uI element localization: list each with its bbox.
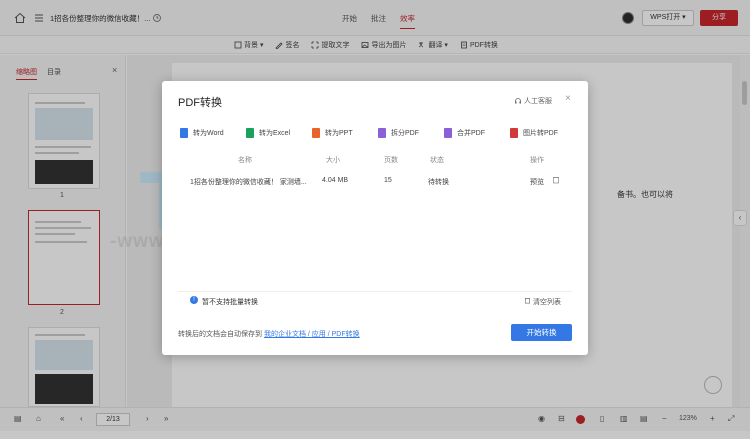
save-path-link[interactable]: 我的企业文档 / 应用 / PDF转换 (264, 331, 360, 338)
header-size: 大小 (326, 157, 340, 164)
dialog-close-icon[interactable]: × (565, 93, 571, 104)
batch-note: 暂不支持批量转换 (202, 299, 258, 306)
dialog-title: PDF转换 (178, 97, 222, 109)
info-icon: ! (190, 296, 198, 304)
split-pdf-icon (378, 128, 386, 138)
header-status: 状态 (430, 157, 444, 164)
image-pdf-icon (510, 128, 518, 138)
header-pages: 页数 (384, 157, 398, 164)
tab-merge-pdf[interactable]: 合并PDF (444, 126, 510, 140)
file-pages: 15 (384, 177, 392, 184)
file-name: 1招各份整理你的微信收藏！ 家测墙... (190, 179, 307, 186)
table-row: 1招各份整理你的微信收藏！ 家测墙... 4.04 MB 15 待转换 预览 (178, 177, 572, 189)
excel-icon (246, 128, 254, 138)
merge-pdf-icon (444, 128, 452, 138)
save-path-text: 转换后的文档会自动保存到 我的企业文档 / 应用 / PDF转换 (178, 331, 360, 338)
file-status: 待转换 (428, 179, 449, 186)
tab-image-to-pdf[interactable]: 图片转PDF (510, 126, 576, 140)
customer-support-link[interactable]: 人工客服 (514, 96, 552, 106)
delete-icon[interactable] (552, 176, 560, 186)
word-icon (180, 128, 188, 138)
trash-icon (553, 177, 559, 184)
preview-link[interactable]: 预览 (530, 177, 544, 187)
clear-list-button[interactable]: 清空列表 (524, 297, 561, 307)
start-convert-button[interactable]: 开始转换 (511, 324, 572, 341)
tab-to-ppt[interactable]: 转为PPT (312, 126, 378, 140)
tab-to-excel[interactable]: 转为Excel (246, 126, 312, 140)
header-action: 操作 (530, 157, 544, 164)
tab-to-word[interactable]: 转为Word (180, 126, 246, 140)
broom-icon (524, 298, 531, 304)
ppt-icon (312, 128, 320, 138)
table-header: 名称 大小 页数 状态 操作 (178, 155, 572, 167)
divider (178, 291, 572, 292)
convert-type-tabs: 转为Word 转为Excel 转为PPT 拆分PDF 合并PDF 图片转PDF (180, 126, 576, 140)
pdf-convert-dialog: PDF转换 人工客服 × 转为Word 转为Excel 转为PPT 拆分PDF … (162, 81, 588, 355)
header-name: 名称 (238, 157, 252, 164)
file-size: 4.04 MB (322, 177, 349, 184)
tab-split-pdf[interactable]: 拆分PDF (378, 126, 444, 140)
headset-icon (515, 98, 521, 104)
